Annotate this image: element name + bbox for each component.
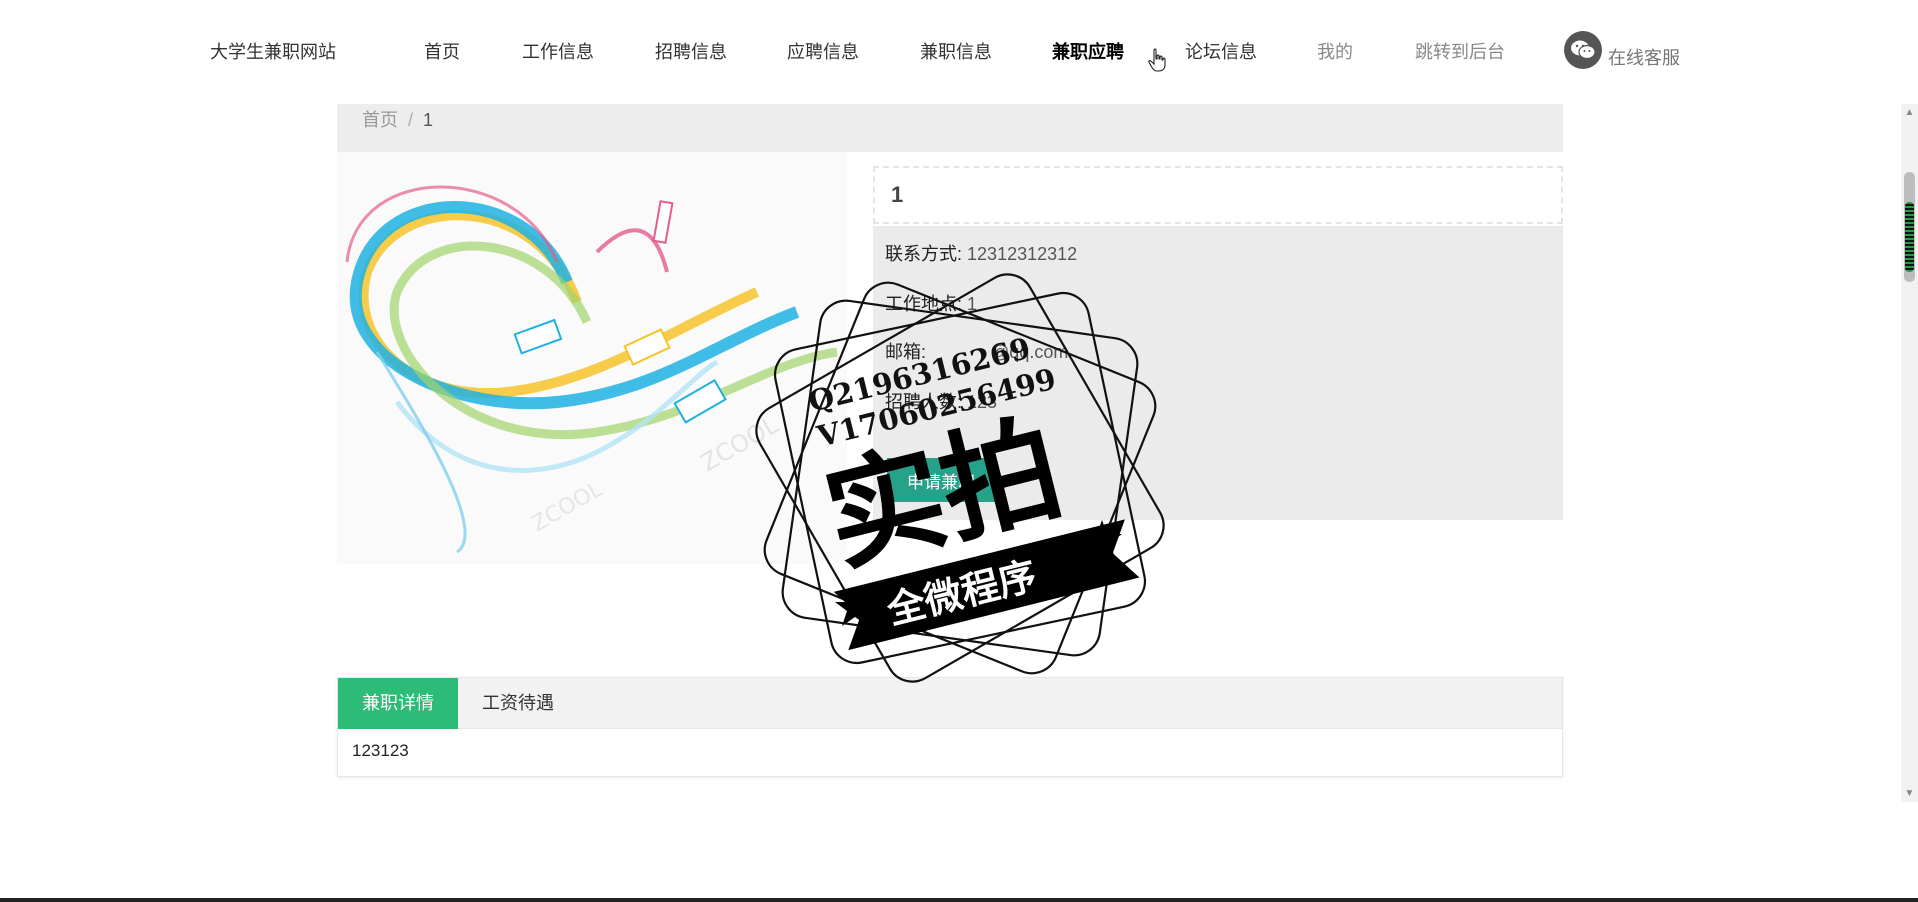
contact-value: 12312312312 <box>967 244 1078 264</box>
detail-tabs: 兼职详情 工资待遇 123123 <box>337 677 1563 777</box>
scroll-up-arrow-icon[interactable]: ▲ <box>1901 104 1918 121</box>
scrollbar-grip <box>1905 202 1914 272</box>
nav-item-mine[interactable]: 我的 <box>1317 38 1353 64</box>
star-icon <box>835 588 875 626</box>
breadcrumb: 首页 / 1 <box>337 104 1563 152</box>
breadcrumb-current: 1 <box>423 110 434 130</box>
taskbar-edge <box>0 898 1918 902</box>
tab-parttime-details[interactable]: 兼职详情 <box>338 678 458 729</box>
nav-item-recruit-info[interactable]: 招聘信息 <box>655 38 727 64</box>
job-image-panel: ZCOOL ZCOOL <box>337 152 847 564</box>
tab-bar: 兼职详情 工资待遇 <box>338 678 1562 729</box>
watermark-banner-text: 全微程序 <box>882 553 1041 633</box>
breadcrumb-separator: / <box>408 110 414 130</box>
nav-item-forum[interactable]: 论坛信息 <box>1185 38 1257 64</box>
nav-item-application-info[interactable]: 应聘信息 <box>787 38 859 64</box>
top-navigation: 大学生兼职网站 首页 工作信息 招聘信息 应聘信息 兼职信息 兼职应聘 论坛信息… <box>0 0 1918 104</box>
job-info-box: 联系方式: 12312312312 工作地点: 1 邮箱: @qq.com 招聘… <box>873 226 1563 520</box>
apply-button[interactable]: 申请兼职 <box>887 458 995 502</box>
job-title: 1 <box>873 166 1563 224</box>
location-value: 1 <box>967 294 978 314</box>
star-icon <box>1082 520 1122 558</box>
location-label: 工作地点: <box>885 294 963 314</box>
tab-salary[interactable]: 工资待遇 <box>458 678 578 729</box>
online-service[interactable]: 在线客服 <box>1564 30 1680 70</box>
headcount-label: 招聘人数: <box>885 392 963 412</box>
nav-item-admin[interactable]: 跳转到后台 <box>1415 38 1505 64</box>
nav-item-work-info[interactable]: 工作信息 <box>522 38 594 64</box>
contact-label: 联系方式: <box>885 244 963 264</box>
hand-pointer-icon <box>1148 48 1166 72</box>
online-service-label: 在线客服 <box>1608 48 1680 68</box>
page-scrollbar[interactable]: ▲ ▼ <box>1901 104 1918 802</box>
location-row: 工作地点: 1 <box>885 290 977 316</box>
email-row: 邮箱: @qq.com <box>885 338 1068 364</box>
site-brand[interactable]: 大学生兼职网站 <box>210 38 336 64</box>
tab-content: 123123 <box>352 741 409 760</box>
email-label: 邮箱: <box>885 342 927 362</box>
job-image: ZCOOL ZCOOL <box>337 152 847 564</box>
nav-item-parttime-info[interactable]: 兼职信息 <box>920 38 992 64</box>
contact-row: 联系方式: 12312312312 <box>885 240 1077 266</box>
nav-item-parttime-apply[interactable]: 兼职应聘 <box>1052 38 1124 64</box>
wechat-icon <box>1564 31 1602 69</box>
scroll-down-arrow-icon[interactable]: ▼ <box>1901 785 1918 802</box>
nav-item-home[interactable]: 首页 <box>424 38 460 64</box>
email-value: @qq.com <box>991 342 1069 362</box>
headcount-value: 123 <box>967 392 998 412</box>
headcount-row: 招聘人数: 123 <box>885 388 997 414</box>
breadcrumb-home[interactable]: 首页 <box>362 110 398 130</box>
